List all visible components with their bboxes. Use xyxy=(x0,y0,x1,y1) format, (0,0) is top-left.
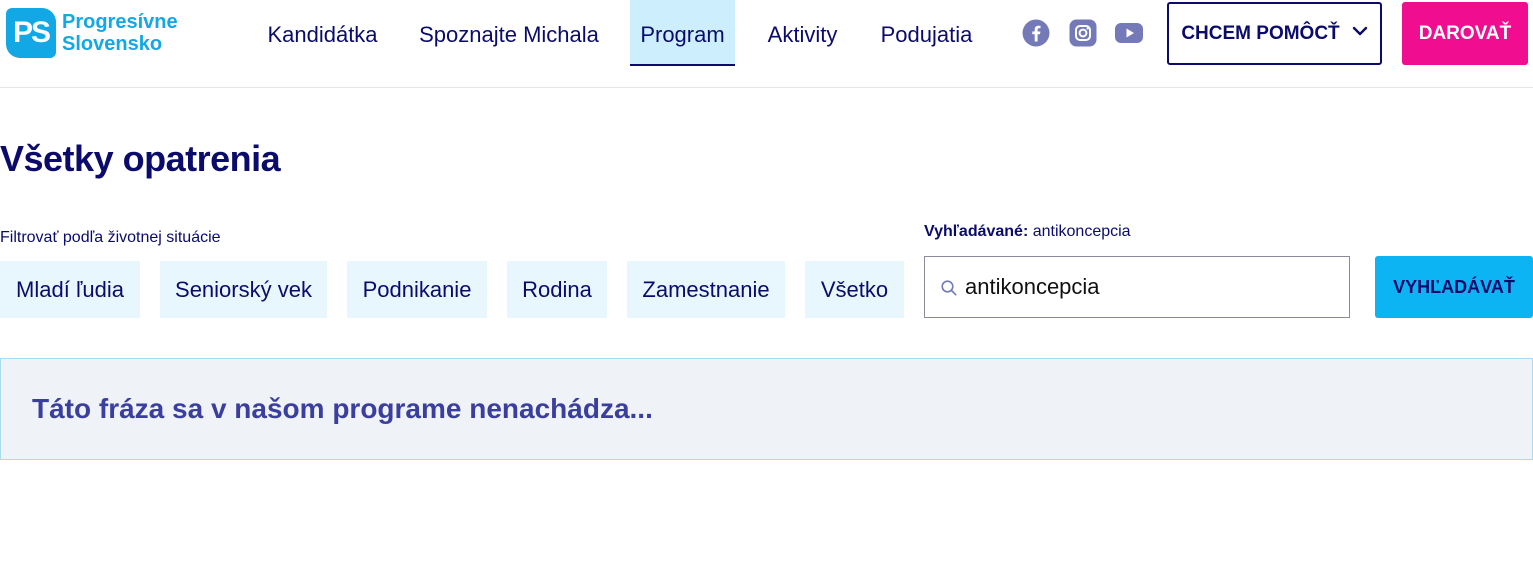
nav-item-aktivity[interactable]: Aktivity xyxy=(755,0,850,66)
filter-chip-zamestnanie[interactable]: Zamestnanie xyxy=(627,261,785,318)
search-query-label-value: antikoncepcia xyxy=(1032,223,1131,240)
logo-text-line1: Progresívne xyxy=(62,11,178,33)
nav-item-spoznajte-michala[interactable]: Spoznajte Michala xyxy=(408,0,610,66)
filter-chip-podnikanie[interactable]: Podnikanie xyxy=(347,261,487,318)
no-results-panel: Táto fráza sa v našom programe nenachádz… xyxy=(0,358,1533,460)
no-results-message: Táto fráza sa v našom programe nenachádz… xyxy=(32,393,653,424)
nav-item-podujatia[interactable]: Podujatia xyxy=(870,0,983,66)
donate-button[interactable]: DAROVAŤ xyxy=(1402,2,1528,65)
filter-chip-mladi-ludia[interactable]: Mladí ľudia xyxy=(0,261,140,318)
chevron-down-icon xyxy=(1352,26,1367,35)
filter-label: Filtrovať podľa životnej situácie xyxy=(0,229,221,246)
filter-chip-vsetko[interactable]: Všetko xyxy=(805,261,904,318)
instagram-icon[interactable] xyxy=(1069,19,1097,47)
search-input[interactable] xyxy=(965,257,1341,317)
nav-item-program[interactable]: Program xyxy=(630,0,735,66)
search-icon xyxy=(941,280,957,296)
page-title: Všetky opatrenia xyxy=(0,138,281,179)
search-query-label: Vyhľadávané: antikoncepcia xyxy=(924,223,1131,241)
help-button-label: CHCEM POMÔCŤ xyxy=(1181,22,1340,44)
search-query-label-prefix: Vyhľadávané: xyxy=(924,223,1029,240)
nav-item-kandidatka[interactable]: Kandidátka xyxy=(257,0,388,66)
filter-chip-rodina[interactable]: Rodina xyxy=(507,261,607,318)
logo-mark: PS xyxy=(6,8,56,58)
youtube-icon[interactable] xyxy=(1115,19,1143,47)
logo-text: Progresívne Slovensko xyxy=(62,11,178,55)
logo[interactable]: PS Progresívne Slovensko xyxy=(6,8,178,58)
facebook-icon[interactable] xyxy=(1022,19,1050,47)
logo-text-line2: Slovensko xyxy=(62,33,163,55)
site-header: PS Progresívne Slovensko Kandidátka Spoz… xyxy=(0,0,1533,88)
search-box xyxy=(924,256,1350,318)
search-button[interactable]: VYHĽADÁVAŤ xyxy=(1375,256,1533,318)
filter-chip-seniorsky-vek[interactable]: Seniorský vek xyxy=(160,261,327,318)
help-dropdown-button[interactable]: CHCEM POMÔCŤ xyxy=(1167,2,1382,65)
